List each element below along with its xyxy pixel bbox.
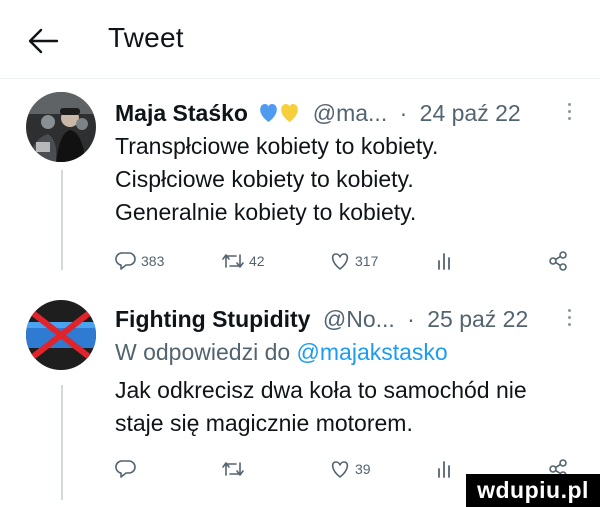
watermark-text: wdupiu.pl xyxy=(477,477,589,503)
tweet-text-line: Cispłciowe kobiety to kobiety. xyxy=(115,166,414,192)
author-handle[interactable]: @ma... xyxy=(313,100,387,126)
tweet-date[interactable]: 25 paź 22 xyxy=(427,306,528,332)
author-handle[interactable]: @No... xyxy=(323,306,395,332)
analytics-icon xyxy=(438,461,450,478)
retweet-icon xyxy=(222,462,244,476)
separator-dot: · xyxy=(399,100,408,126)
more-options-icon[interactable] xyxy=(566,309,572,329)
blue-heart-icon xyxy=(260,104,299,122)
like-button[interactable]: 39 xyxy=(329,454,371,484)
reply-button[interactable] xyxy=(115,454,141,484)
reply-button[interactable]: 383 xyxy=(115,246,164,276)
tweet-actions: 383 42 317 xyxy=(115,246,575,276)
reply-icon xyxy=(115,252,136,270)
author-name[interactable]: Maja Staśko xyxy=(115,100,248,126)
views-button[interactable] xyxy=(437,246,451,276)
retweet-button[interactable]: 42 xyxy=(221,246,265,276)
tweet-text-line: Transpłciowe kobiety to kobiety. xyxy=(115,133,439,159)
thread-connector-line xyxy=(61,170,63,270)
watermark: wdupiu.pl xyxy=(466,474,600,507)
tweet-text-line: staje się magicznie motorem. xyxy=(115,410,413,436)
heart-badges xyxy=(258,99,300,133)
retweet-icon xyxy=(222,254,244,268)
back-arrow-icon[interactable] xyxy=(26,24,60,58)
like-count: 39 xyxy=(355,461,371,477)
author-name[interactable]: Fighting Stupidity xyxy=(115,306,310,332)
separator-dot: · xyxy=(407,306,415,332)
avatar[interactable] xyxy=(26,300,96,370)
analytics-icon xyxy=(438,253,450,270)
reply-context: W odpowiedzi do @majakstasko xyxy=(115,336,585,369)
reply-prefix: W odpowiedzi do xyxy=(115,339,291,365)
top-bar: Tweet xyxy=(0,0,600,79)
more-options-icon[interactable] xyxy=(566,103,572,123)
retweet-count: 42 xyxy=(249,253,265,269)
heart-icon xyxy=(331,253,349,270)
tweet-header: Maja Staśko @ma... · 24 paź 22 xyxy=(115,96,521,130)
tweet-text: W odpowiedzi do @majakstasko Jak odkreci… xyxy=(115,336,585,440)
views-button[interactable] xyxy=(437,454,451,484)
like-button[interactable]: 317 xyxy=(329,246,378,276)
like-count: 317 xyxy=(355,253,379,269)
heart-icon xyxy=(331,461,349,478)
tweet-text-line: Jak odkrecisz dwa koła to samochód nie xyxy=(115,377,527,403)
share-icon xyxy=(549,251,567,271)
retweet-button[interactable] xyxy=(221,454,249,484)
share-button[interactable] xyxy=(547,246,569,276)
page-title: Tweet xyxy=(108,22,184,53)
tweet-header: Fighting Stupidity @No... · 25 paź 22 xyxy=(115,302,528,336)
tweet-date[interactable]: 24 paź 22 xyxy=(420,100,521,126)
thread-connector-line xyxy=(61,385,63,500)
reply-icon xyxy=(115,460,136,478)
tweet-text-line: Generalnie kobiety to kobiety. xyxy=(115,199,417,225)
tweet-text: Transpłciowe kobiety to kobiety. Cispłci… xyxy=(115,130,585,229)
avatar[interactable] xyxy=(26,92,96,162)
reply-mention-link[interactable]: @majakstasko xyxy=(297,339,448,365)
reply-count: 383 xyxy=(141,253,165,269)
